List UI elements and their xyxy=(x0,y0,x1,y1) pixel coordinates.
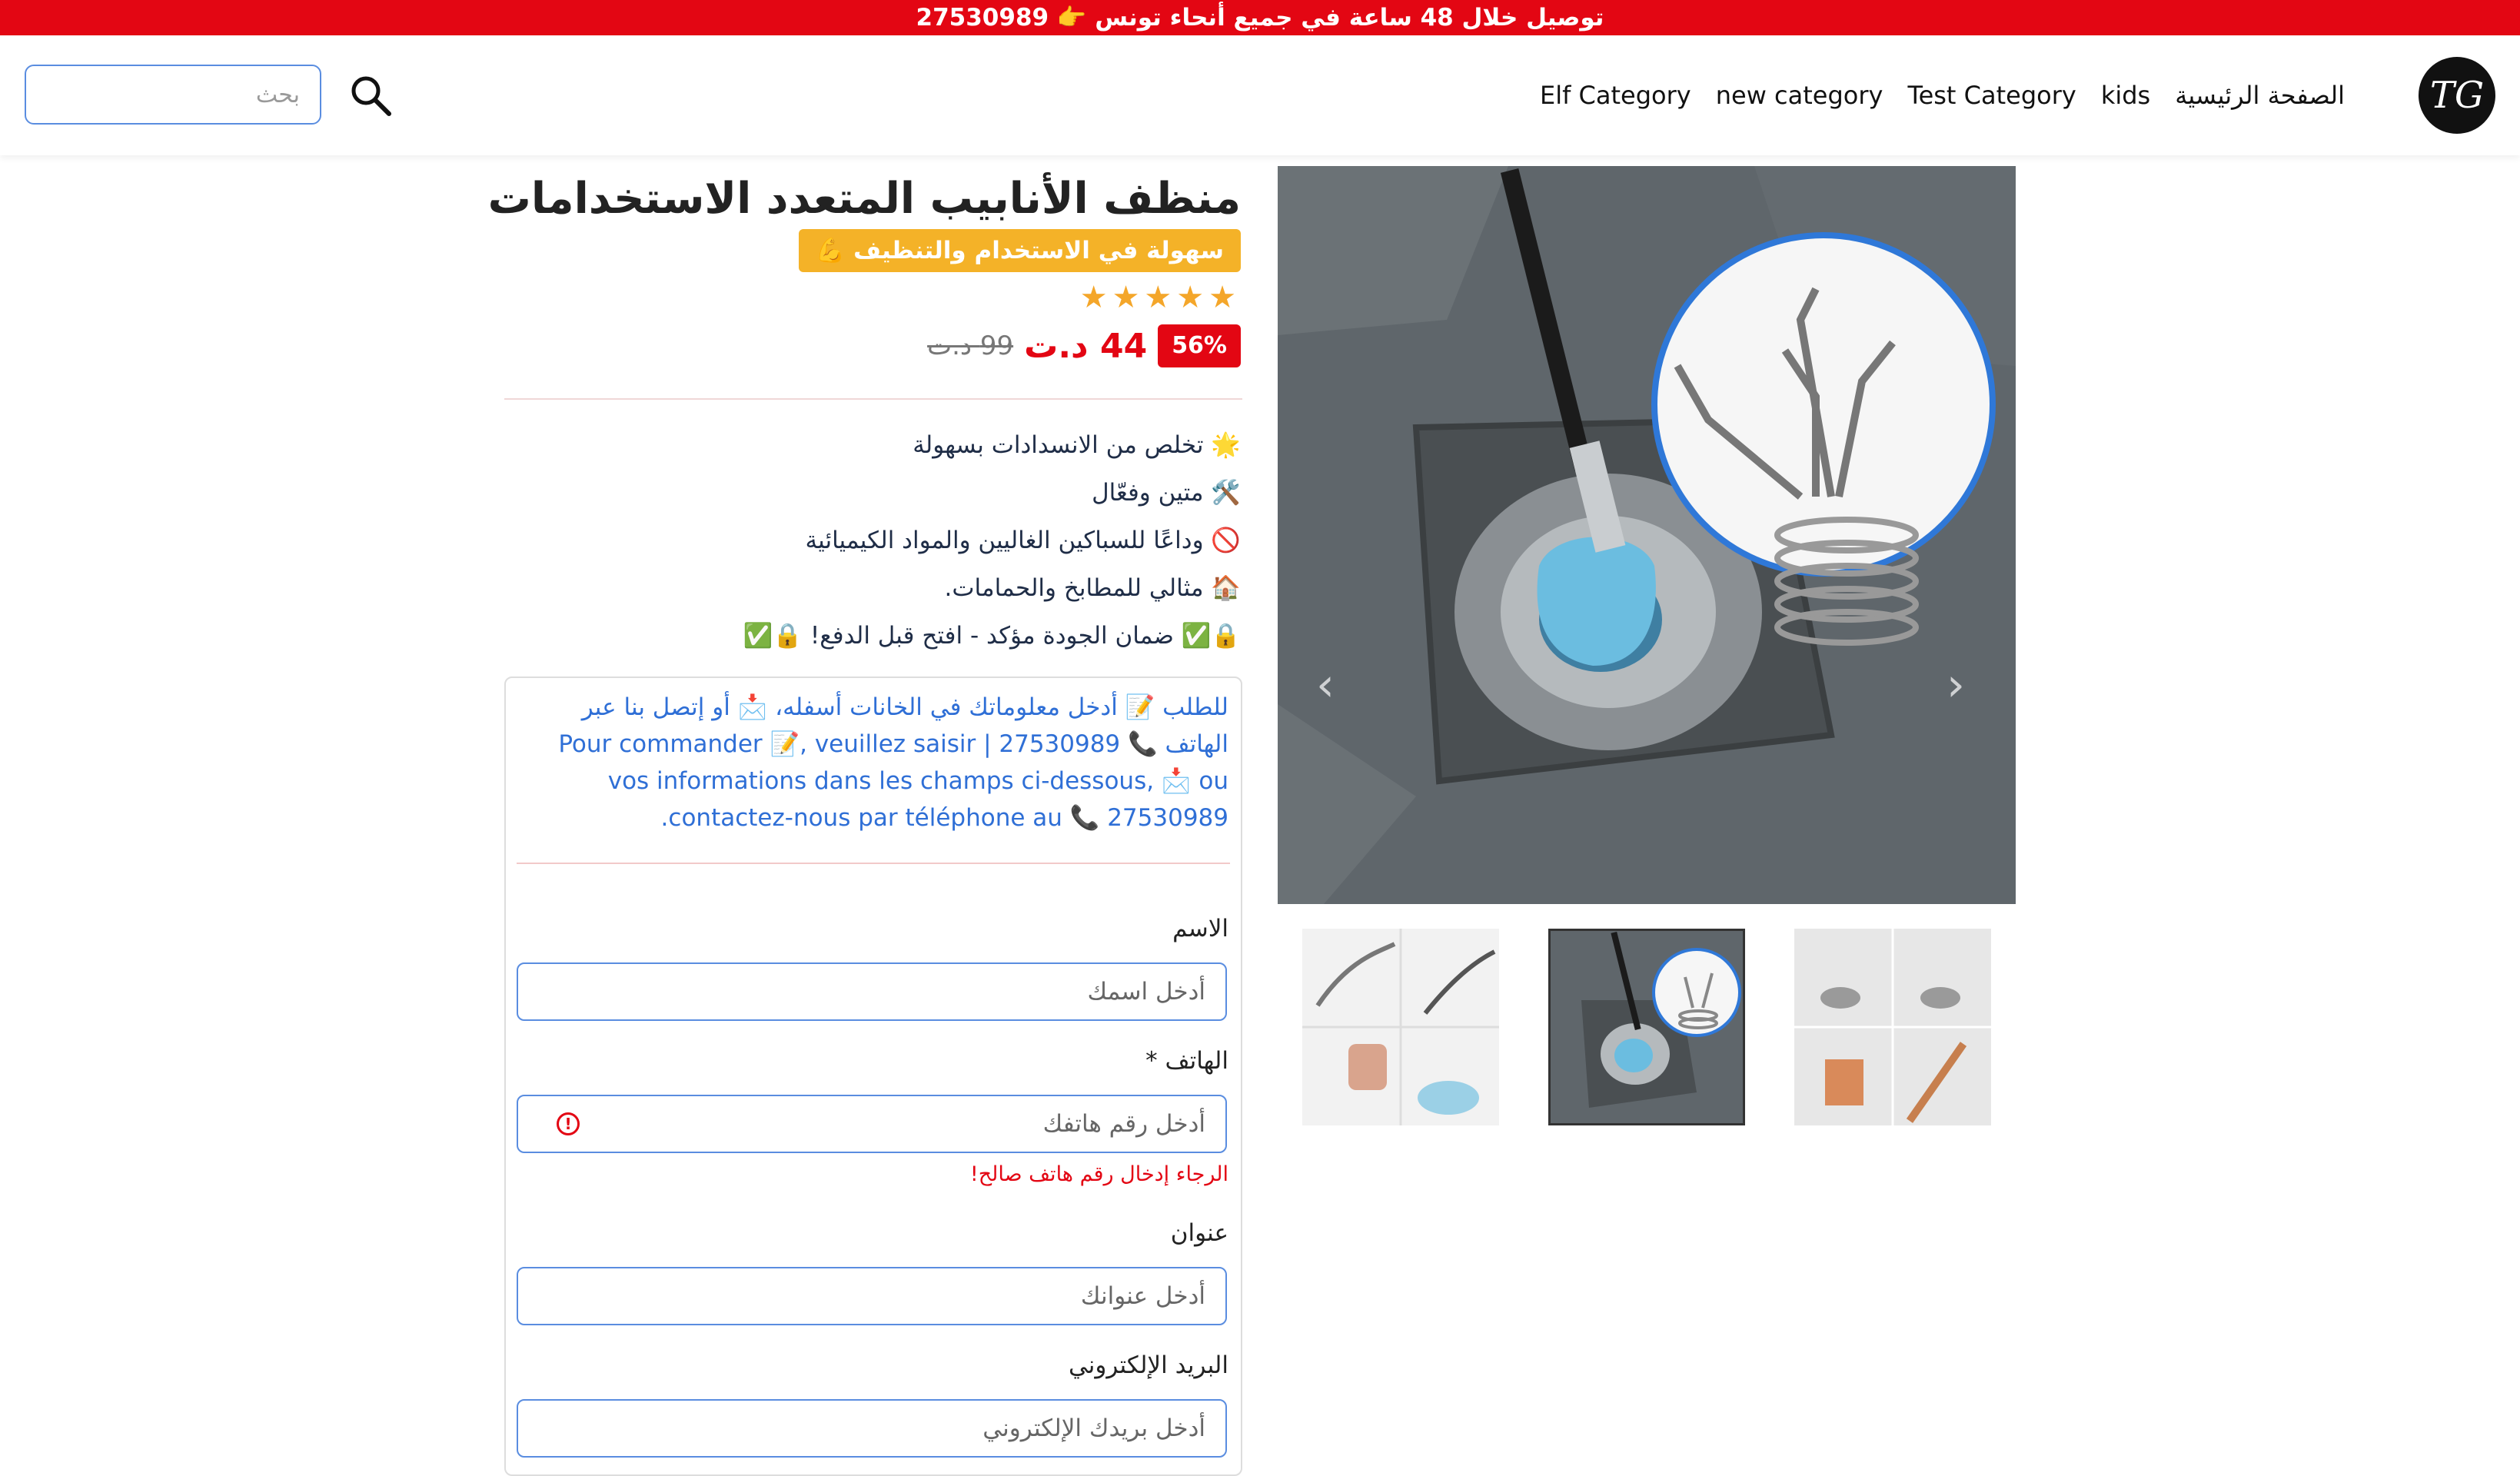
divider xyxy=(504,398,1242,400)
thumbnail-image xyxy=(1794,929,1991,1125)
next-arrow-icon[interactable]: › xyxy=(1947,658,1965,712)
feature-item: 🏠 مثالي للمطابخ والحمامات. xyxy=(944,574,1242,602)
site-logo[interactable]: TG xyxy=(2419,57,2495,134)
phone-error: الرجاء إدخال رقم هاتف صالح! xyxy=(969,1162,1228,1186)
nav-item-new-category[interactable]: new category xyxy=(1716,81,1883,110)
main-nav: الصفحة الرئيسية kids Test Category new c… xyxy=(1540,75,2345,115)
rating-stars: ★★★★★ xyxy=(1079,280,1241,315)
feature-item: 🛠️ متين وفعّال xyxy=(1092,479,1241,507)
old-price: 99 د.ت xyxy=(927,331,1014,361)
product-main-image[interactable]: ‹ › xyxy=(1278,166,2016,904)
announcement-bar: توصيل خلال 48 ساعة في جميع أنحاء تونس 👉 … xyxy=(0,0,2520,35)
thumbnail-image xyxy=(1302,929,1499,1125)
search-icon[interactable] xyxy=(347,72,394,118)
thumbnail-image xyxy=(1551,931,1743,1123)
name-field[interactable]: أدخل اسمك xyxy=(517,962,1227,1021)
prev-arrow-icon[interactable]: ‹ xyxy=(1316,658,1335,712)
phone-placeholder: أدخل رقم هاتفك xyxy=(1042,1110,1205,1138)
address-field[interactable]: أدخل عنوانك xyxy=(517,1267,1227,1325)
discount-badge: 56% xyxy=(1158,324,1241,367)
error-icon: ! xyxy=(557,1112,580,1135)
thumbnail-active[interactable] xyxy=(1548,929,1745,1125)
thumbnail[interactable] xyxy=(1794,929,1991,1125)
email-label: البريد الإلكتروني xyxy=(1068,1351,1228,1379)
divider xyxy=(517,863,1230,864)
name-label: الاسم xyxy=(1172,915,1228,942)
price-row: 56% 44 د.ت 99 د.ت xyxy=(927,323,1241,369)
product-tagline: 💪 سهولة في الاستخدام والتنظيف xyxy=(798,229,1241,272)
search-input[interactable]: بحث xyxy=(25,65,321,125)
feature-item: 🌟 تخلص من الانسدادات بسهولة xyxy=(913,431,1241,459)
nav-item-home[interactable]: الصفحة الرئيسية xyxy=(2175,81,2345,110)
email-field[interactable]: أدخل بريدك الإلكتروني xyxy=(517,1399,1227,1458)
feature-item: 🚫 وداعًا للسباكين الغاليين والمواد الكيم… xyxy=(805,527,1241,554)
nav-item-elf-category[interactable]: Elf Category xyxy=(1540,81,1691,110)
phone-label: الهاتف * xyxy=(1145,1047,1228,1075)
drain-image xyxy=(1278,166,2016,904)
nav-item-test-category[interactable]: Test Category xyxy=(1907,81,2076,110)
nav-item-kids[interactable]: kids xyxy=(2101,81,2150,110)
current-price: 44 د.ت xyxy=(1024,326,1148,366)
thumbnail[interactable] xyxy=(1302,929,1499,1125)
feature-item: 🔒✅ ضمان الجودة مؤكد - افتح قبل الدفع! 🔒✅ xyxy=(743,622,1241,650)
phone-field[interactable]: أدخل رقم هاتفك ! xyxy=(517,1095,1227,1153)
product-title: منظف الأنابيب المتعدد الاستخدامات xyxy=(487,174,1241,224)
order-instructions: للطلب 📝 أدخل معلوماتك في الخانات أسفله، … xyxy=(558,693,1228,832)
feature-list: 🌟 تخلص من الانسدادات بسهولة 🛠️ متين وفعّ… xyxy=(503,421,1241,660)
address-label: عنوان xyxy=(1170,1219,1228,1247)
